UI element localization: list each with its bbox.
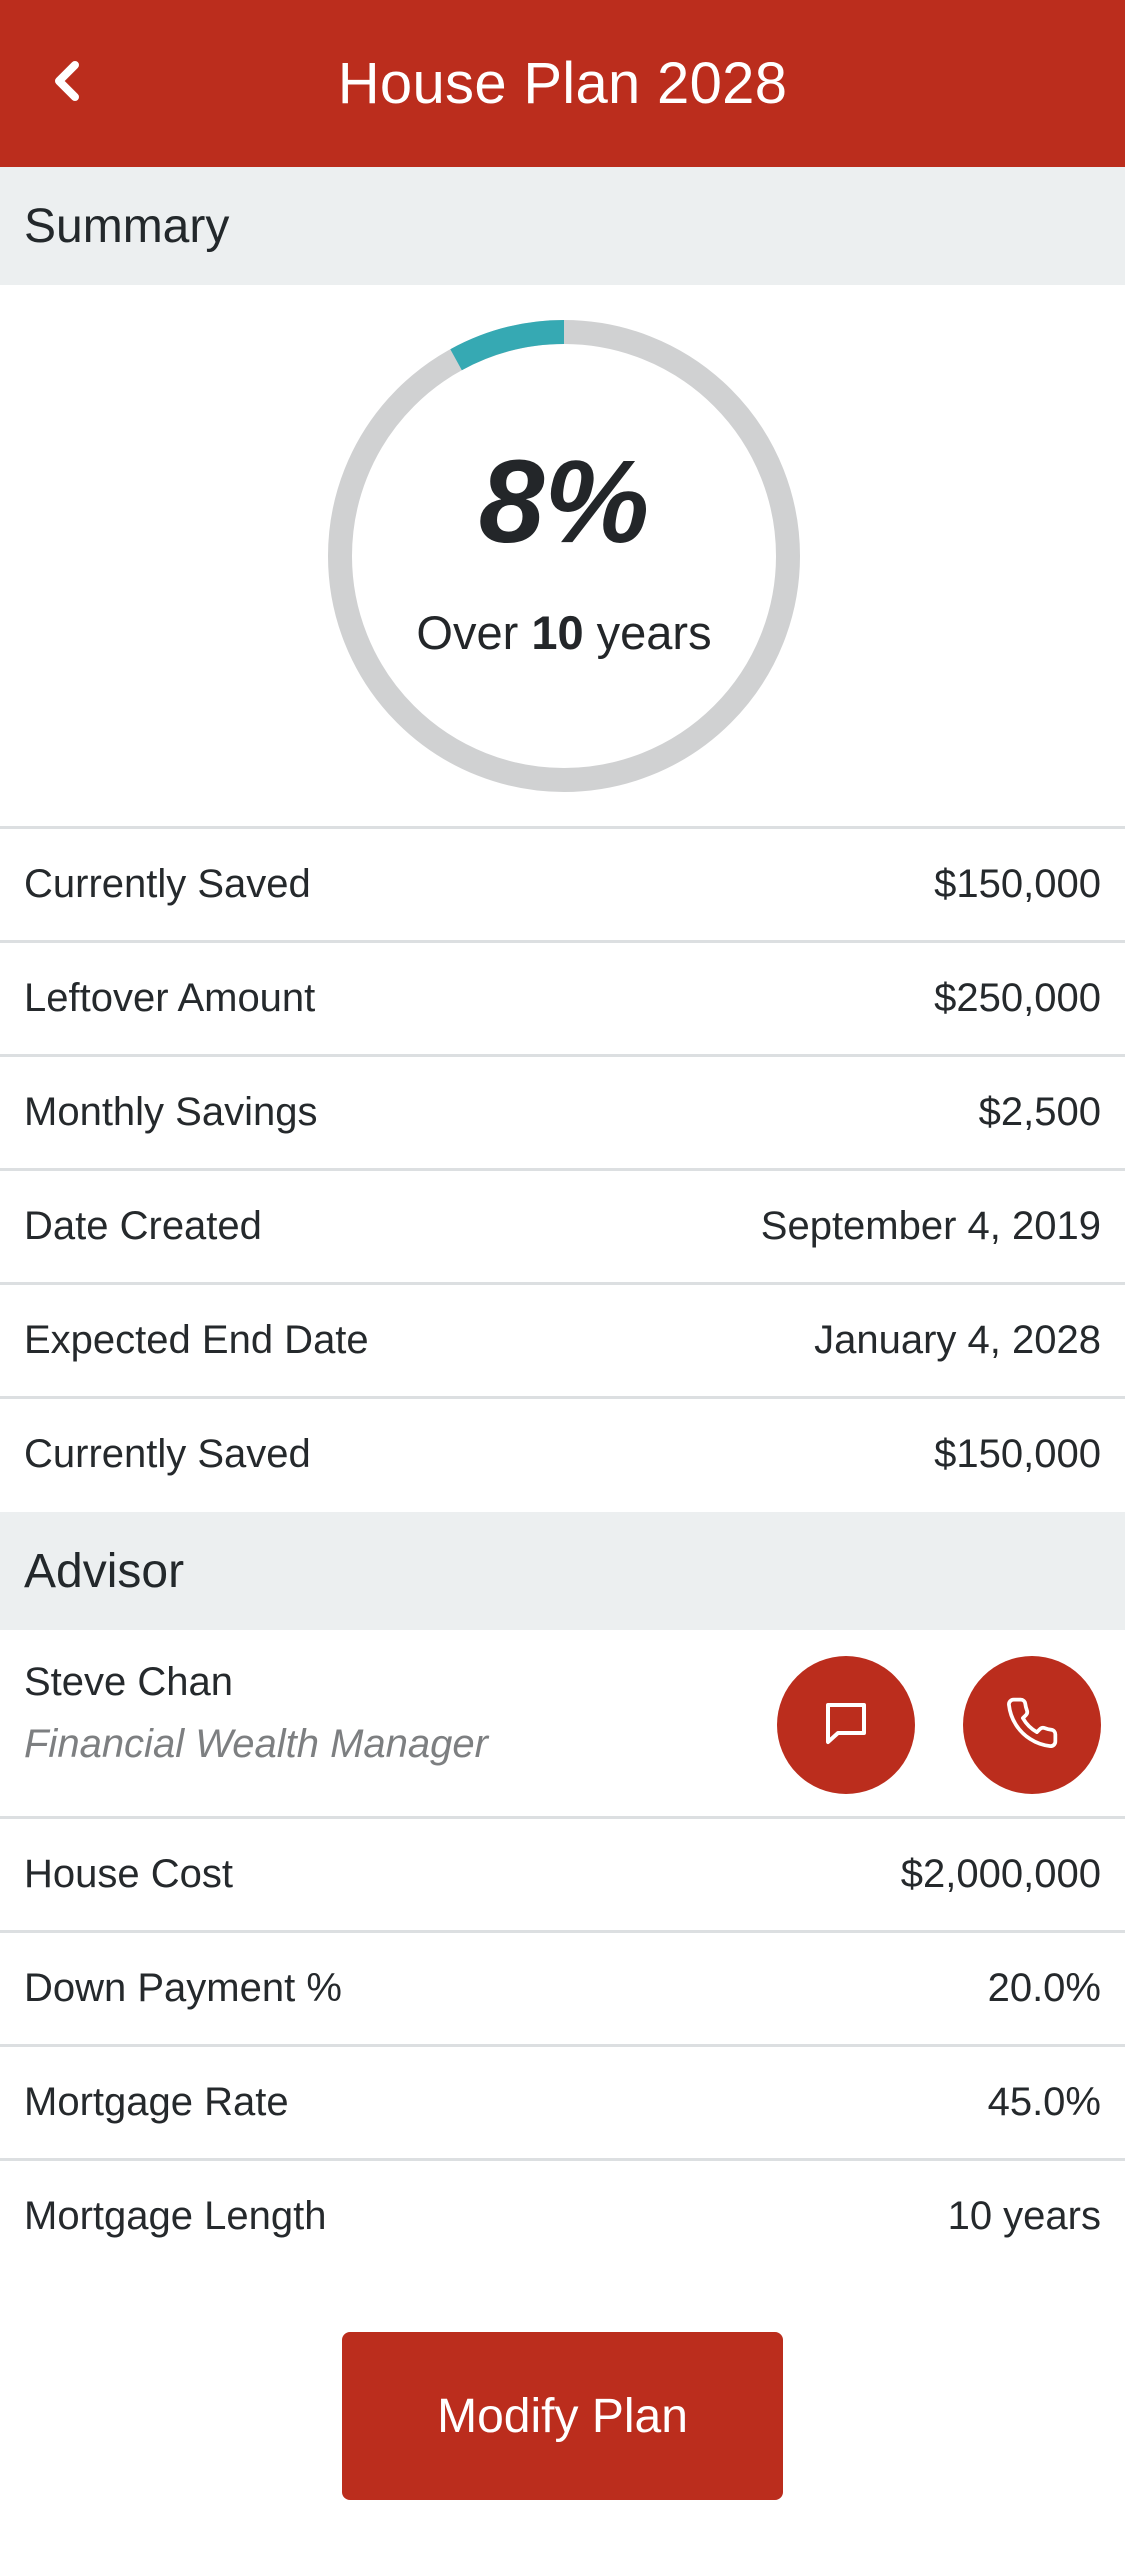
progress-duration-suffix: years <box>583 605 712 659</box>
advisor-row-down-payment: Down Payment % 20.0% <box>0 1930 1125 2044</box>
advisor-role: Financial Wealth Manager <box>24 1722 488 1766</box>
row-value: $2,500 <box>978 1090 1101 1134</box>
progress-ring: 8% Over 10 years <box>328 320 800 792</box>
row-value: $150,000 <box>934 862 1101 906</box>
progress-duration-years: 10 <box>531 605 584 659</box>
row-label: Mortgage Rate <box>24 2080 289 2124</box>
row-label: Currently Saved <box>24 862 311 906</box>
row-value: September 4, 2019 <box>760 1204 1101 1248</box>
row-value: 45.0% <box>987 2080 1101 2124</box>
message-advisor-button[interactable] <box>777 1656 915 1794</box>
modify-plan-button[interactable]: Modify Plan <box>342 2332 783 2500</box>
top-bar: House Plan 2028 <box>0 0 1125 167</box>
app-screen: House Plan 2028 Summary 8% Over 10 years… <box>0 0 1125 2562</box>
page-title: House Plan 2028 <box>337 51 788 116</box>
phone-icon <box>1004 1695 1060 1756</box>
summary-section-header: Summary <box>0 167 1125 285</box>
call-advisor-button[interactable] <box>963 1656 1101 1794</box>
row-value: $150,000 <box>934 1432 1101 1476</box>
advisor-row-mortgage-length: Mortgage Length 10 years <box>0 2158 1125 2272</box>
row-label: House Cost <box>24 1852 233 1896</box>
row-label: Leftover Amount <box>24 976 316 1020</box>
progress-duration-prefix: Over <box>416 605 532 659</box>
summary-row-monthly-savings: Monthly Savings $2,500 <box>0 1054 1125 1168</box>
row-value: 20.0% <box>987 1966 1101 2010</box>
advisor-row-mortgage-rate: Mortgage Rate 45.0% <box>0 2044 1125 2158</box>
row-label: Expected End Date <box>24 1318 369 1362</box>
row-value: January 4, 2028 <box>814 1318 1101 1362</box>
summary-row-expected-end-date: Expected End Date January 4, 2028 <box>0 1282 1125 1396</box>
summary-row-leftover-amount: Leftover Amount $250,000 <box>0 940 1125 1054</box>
row-label: Down Payment % <box>24 1966 342 2010</box>
advisor-row-house-cost: House Cost $2,000,000 <box>0 1816 1125 1930</box>
row-label: Currently Saved <box>24 1432 311 1476</box>
chat-bubble-icon <box>820 1697 872 1754</box>
advisor-name: Steve Chan <box>24 1660 234 1704</box>
summary-row-currently-saved-2: Currently Saved $150,000 <box>0 1396 1125 1510</box>
row-label: Date Created <box>24 1204 262 1248</box>
row-value: $250,000 <box>934 976 1101 1020</box>
row-label: Monthly Savings <box>24 1090 318 1134</box>
row-value: 10 years <box>947 2194 1101 2238</box>
row-value: $2,000,000 <box>900 1852 1101 1896</box>
advisor-card: Steve Chan Financial Wealth Manager <box>0 1630 1125 1818</box>
row-label: Mortgage Length <box>24 2194 327 2238</box>
summary-row-date-created: Date Created September 4, 2019 <box>0 1168 1125 1282</box>
progress-duration: Over 10 years <box>416 605 711 660</box>
summary-row-currently-saved: Currently Saved $150,000 <box>0 826 1125 940</box>
progress-percent: 8% <box>478 435 650 568</box>
advisor-section-header: Advisor <box>0 1512 1125 1630</box>
